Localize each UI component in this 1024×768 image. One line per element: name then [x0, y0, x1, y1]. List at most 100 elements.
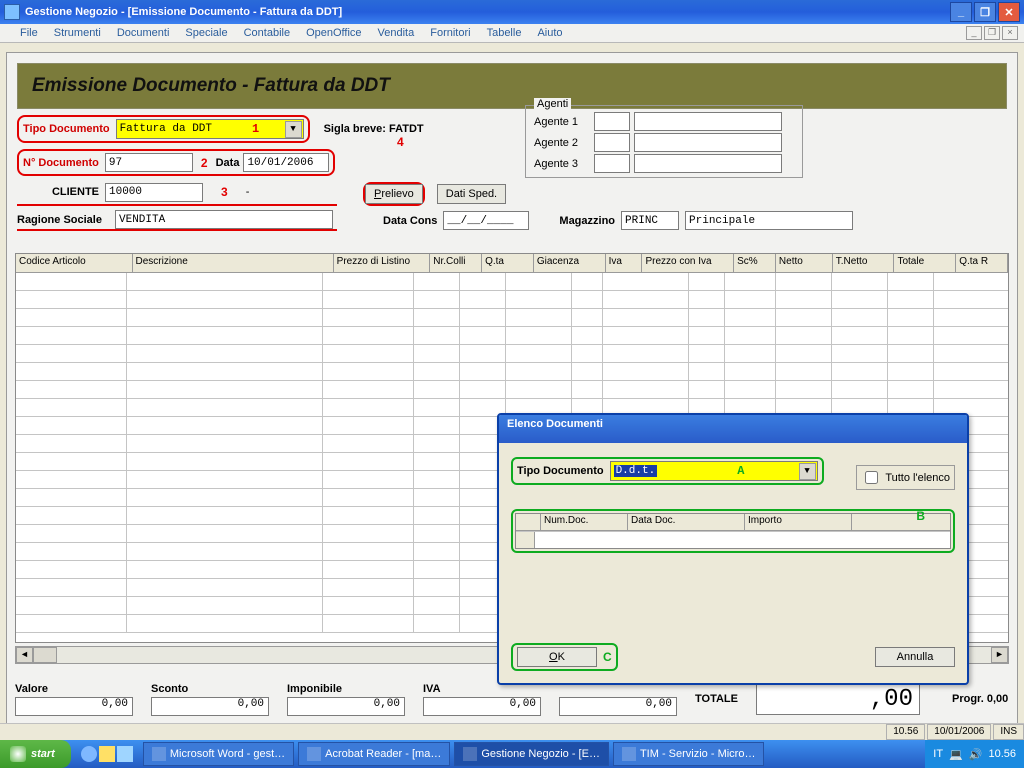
totals-bar: Valore0,00 Sconto0,00 Imponibile0,00 IVA…	[15, 679, 1009, 719]
menu-file[interactable]: File	[12, 26, 46, 40]
mdi-close-icon[interactable]: ×	[1002, 26, 1018, 40]
taskbar-item[interactable]: Gestione Negozio - [E…	[454, 742, 609, 766]
dialog-tipo-combo[interactable]: D.d.t. A ▼	[610, 461, 818, 481]
chevron-down-icon[interactable]: ▼	[285, 121, 302, 138]
window-titlebar: Gestione Negozio - [Emissione Documento …	[0, 0, 1024, 24]
menu-speciale[interactable]: Speciale	[177, 26, 235, 40]
magazzino-desc-input[interactable]	[685, 211, 853, 230]
menu-contabile[interactable]: Contabile	[236, 26, 298, 40]
col-6[interactable]: Iva	[606, 254, 643, 272]
col-10[interactable]: T.Netto	[833, 254, 895, 272]
agente2-code[interactable]	[594, 133, 630, 152]
page-title: Emissione Documento - Fattura da DDT	[32, 75, 390, 97]
col-2[interactable]: Prezzo di Listino	[334, 254, 431, 272]
dialog-annulla-button[interactable]: Annulla	[875, 647, 955, 667]
ragione-sociale-label: Ragione Sociale	[17, 214, 115, 226]
tutto-elenco-checkbox[interactable]	[865, 471, 878, 484]
tray-network-icon[interactable]: 💻	[949, 748, 963, 761]
col-0[interactable]: Codice Articolo	[16, 254, 133, 272]
col-7[interactable]: Prezzo con Iva	[642, 254, 734, 272]
col-5[interactable]: Giacenza	[534, 254, 606, 272]
agenti-fieldset: Agenti Agente 1 Agente 2 Agente 3	[525, 105, 803, 178]
magazzino-label: Magazzino	[559, 215, 615, 227]
maximize-button[interactable]: ❐	[974, 2, 996, 22]
col-4[interactable]: Q.ta	[482, 254, 534, 272]
media-icon[interactable]	[117, 746, 133, 762]
menu-aiuto[interactable]: Aiuto	[529, 26, 570, 40]
col-8[interactable]: Sc%	[734, 254, 776, 272]
col-9[interactable]: Netto	[776, 254, 833, 272]
agente1-code[interactable]	[594, 112, 630, 131]
magazzino-code-input[interactable]	[621, 211, 679, 230]
numero-documento-label: N° Documento	[23, 157, 99, 169]
client-area: Emissione Documento - Fattura da DDT Tip…	[6, 52, 1018, 724]
window-title: Gestione Negozio - [Emissione Documento …	[25, 6, 342, 18]
numero-documento-input[interactable]	[105, 153, 193, 172]
cliente-input[interactable]	[105, 183, 203, 202]
menu-fornitori[interactable]: Fornitori	[422, 26, 478, 40]
data-cons-input[interactable]	[443, 211, 529, 230]
dati-sped-button[interactable]: Dati Sped.	[437, 184, 506, 204]
tray-volume-icon[interactable]: 🔊	[969, 748, 983, 761]
chevron-down-icon[interactable]: ▼	[799, 463, 816, 480]
dialog-ok-button[interactable]: OK	[517, 647, 597, 667]
ie-icon[interactable]	[81, 746, 97, 762]
menubar: FileStrumentiDocumentiSpecialeContabileO…	[0, 24, 1024, 43]
taskbar-item[interactable]: Acrobat Reader - [ma…	[298, 742, 450, 766]
agenti-legend: Agenti	[534, 98, 571, 110]
system-tray: IT 💻 🔊 10.56	[925, 740, 1024, 768]
menu-documenti[interactable]: Documenti	[109, 26, 178, 40]
mdi-minimize-icon[interactable]: _	[966, 26, 982, 40]
menu-tabelle[interactable]: Tabelle	[479, 26, 530, 40]
dialog-doc-list[interactable]: Num.Doc. Data Doc. Importo	[515, 513, 951, 549]
tipo-documento-combo[interactable]: Fattura da DDT 1 ▼	[116, 119, 304, 139]
col-12[interactable]: Q.ta R	[956, 254, 1008, 272]
iva-value: 0,00	[423, 697, 541, 716]
data-input[interactable]	[243, 153, 329, 172]
app-icon	[4, 4, 20, 20]
table-row[interactable]	[16, 309, 1008, 327]
col-3[interactable]: Nr.Colli	[430, 254, 482, 272]
table-row[interactable]	[16, 291, 1008, 309]
agente3-code[interactable]	[594, 154, 630, 173]
tray-clock: 10.56	[988, 748, 1016, 760]
table-row[interactable]	[16, 363, 1008, 381]
col-11[interactable]: Totale	[894, 254, 956, 272]
tray-lang[interactable]: IT	[933, 748, 943, 760]
scroll-thumb[interactable]	[33, 647, 57, 663]
table-row[interactable]	[16, 273, 1008, 291]
elenco-documenti-dialog: Elenco Documenti Tipo Documento D.d.t. A…	[497, 413, 969, 685]
tutto-elenco-box[interactable]: Tutto l'elenco	[856, 465, 955, 490]
agente2-desc[interactable]	[634, 133, 782, 152]
dialog-title: Elenco Documenti	[499, 415, 967, 443]
windows-logo-icon	[10, 746, 26, 762]
explorer-icon[interactable]	[99, 746, 115, 762]
agente3-desc[interactable]	[634, 154, 782, 173]
table-row[interactable]	[16, 381, 1008, 399]
scroll-right-icon[interactable]: ►	[991, 647, 1008, 663]
scroll-left-icon[interactable]: ◄	[16, 647, 33, 663]
statusbar: 10.56 10/01/2006 INS	[0, 723, 1024, 740]
mdi-restore-icon[interactable]: ❐	[984, 26, 1000, 40]
iva2-value: 0,00	[559, 697, 677, 716]
col-1[interactable]: Descrizione	[133, 254, 334, 272]
menu-openoffice[interactable]: OpenOffice	[298, 26, 369, 40]
close-button[interactable]: ✕	[998, 2, 1020, 22]
cliente-label: CLIENTE	[17, 186, 105, 198]
totale-value: ,00	[756, 683, 920, 715]
menu-strumenti[interactable]: Strumenti	[46, 26, 109, 40]
sigla-breve-label: Sigla breve: FATDT	[324, 123, 424, 135]
ragione-sociale-input[interactable]	[115, 210, 333, 229]
start-button[interactable]: start	[0, 740, 71, 768]
prelievo-wrap: PPrelievorelievo	[363, 182, 425, 206]
prelievo-button[interactable]: PPrelievorelievo	[365, 184, 423, 204]
table-row[interactable]	[16, 327, 1008, 345]
menu-vendita[interactable]: Vendita	[370, 26, 423, 40]
taskbar-item[interactable]: TIM - Servizio - Micro…	[613, 742, 765, 766]
minimize-button[interactable]: _	[950, 2, 972, 22]
imponibile-value: 0,00	[287, 697, 405, 716]
taskbar-item[interactable]: Microsoft Word - gest…	[143, 742, 294, 766]
table-row[interactable]	[16, 345, 1008, 363]
agente1-desc[interactable]	[634, 112, 782, 131]
numero-documento-group: N° Documento 2 Data	[17, 149, 335, 176]
